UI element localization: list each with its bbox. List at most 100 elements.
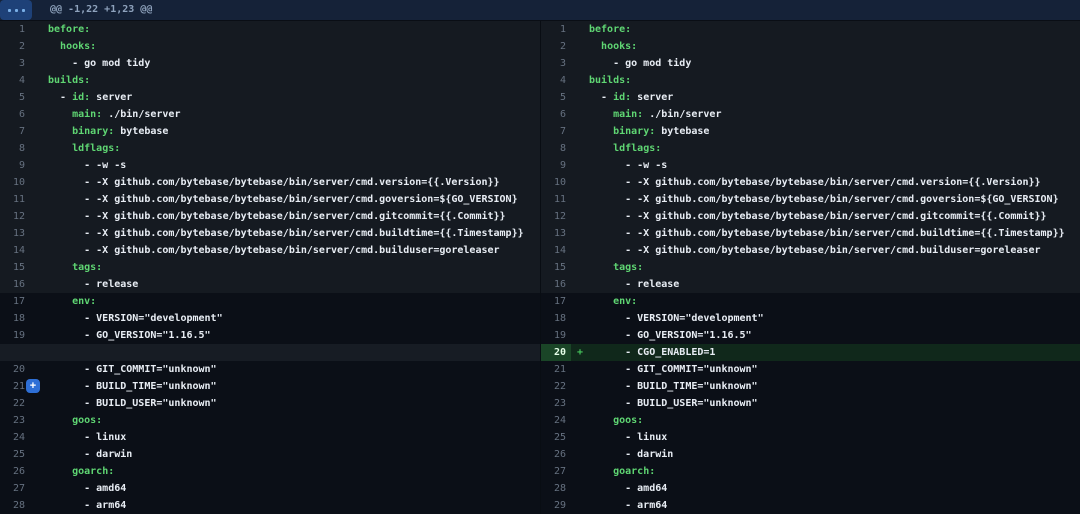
code-line: - VERSION="development" [48, 310, 223, 327]
line-number[interactable]: 3 [0, 55, 30, 72]
line-number[interactable]: 5 [0, 89, 30, 106]
line-number[interactable]: 10 [0, 174, 30, 191]
line-number[interactable]: 11 [541, 191, 571, 208]
diff-marker [30, 480, 48, 497]
code-line: - GIT_COMMIT="unknown" [589, 361, 758, 378]
line-number[interactable]: 20 [541, 344, 571, 361]
diff-pane-old: 1 before: 2 hooks: 3 - go mod tidy 4 bui… [0, 21, 540, 514]
line-number[interactable]: 23 [0, 412, 30, 429]
line-number[interactable]: 22 [0, 395, 30, 412]
diff-marker [30, 225, 48, 242]
line-number[interactable]: 24 [0, 429, 30, 446]
line-number[interactable]: 6 [0, 106, 30, 123]
diff-marker [30, 412, 48, 429]
line-number[interactable]: 28 [541, 480, 571, 497]
line-number[interactable]: 13 [0, 225, 30, 242]
line-number[interactable]: 29 [541, 497, 571, 514]
line-number[interactable]: 19 [541, 327, 571, 344]
expand-hunk-button[interactable] [0, 0, 32, 20]
line-number[interactable]: 27 [541, 463, 571, 480]
line-number[interactable]: 8 [0, 140, 30, 157]
line-number[interactable]: 2 [541, 38, 571, 55]
diff-marker [30, 38, 48, 55]
line-number[interactable]: 17 [541, 293, 571, 310]
diff-marker [30, 259, 48, 276]
line-number[interactable]: 6 [541, 106, 571, 123]
diff-row: 2 hooks: [0, 38, 540, 55]
code-line: - amd64 [48, 480, 126, 497]
diff-row: 4 builds: [541, 72, 1080, 89]
diff-row: 7 binary: bytebase [0, 123, 540, 140]
line-number[interactable]: 9 [0, 157, 30, 174]
line-number[interactable]: 15 [0, 259, 30, 276]
diff-row: 10 - -X github.com/bytebase/bytebase/bin… [0, 174, 540, 191]
diff-row: 10 - -X github.com/bytebase/bytebase/bin… [541, 174, 1080, 191]
line-number[interactable]: 22 [541, 378, 571, 395]
diff-marker [30, 242, 48, 259]
line-number[interactable]: 28 [0, 497, 30, 514]
line-number[interactable]: 1 [0, 21, 30, 38]
line-number[interactable]: 24 [541, 412, 571, 429]
diff-row: 8 ldflags: [541, 140, 1080, 157]
diff-row: 25 - darwin [0, 446, 540, 463]
line-number[interactable]: 16 [541, 276, 571, 293]
line-number[interactable]: 21 [541, 361, 571, 378]
line-number[interactable]: 14 [541, 242, 571, 259]
diff-row: 27 goarch: [541, 463, 1080, 480]
line-number[interactable]: 3 [541, 55, 571, 72]
new-file-rows: 1 before: 2 hooks: 3 - go mod tidy 4 bui… [541, 21, 1080, 514]
line-number[interactable]: 25 [541, 429, 571, 446]
diff-pane-new: 1 before: 2 hooks: 3 - go mod tidy 4 bui… [540, 21, 1080, 514]
diff-marker [571, 72, 589, 89]
line-number[interactable]: 15 [541, 259, 571, 276]
line-number[interactable]: 27 [0, 480, 30, 497]
line-number[interactable]: 7 [541, 123, 571, 140]
code-line: - BUILD_TIME="unknown" [48, 378, 217, 395]
diff-marker [30, 327, 48, 344]
line-number[interactable]: 17 [0, 293, 30, 310]
line-number [0, 344, 30, 361]
line-number[interactable]: 1 [541, 21, 571, 38]
line-number[interactable]: 23 [541, 395, 571, 412]
add-comment-button[interactable]: + [26, 379, 40, 393]
line-number[interactable]: 11 [0, 191, 30, 208]
line-number[interactable]: 16 [0, 276, 30, 293]
line-number[interactable]: 20 [0, 361, 30, 378]
line-number[interactable]: 18 [0, 310, 30, 327]
line-number[interactable]: 8 [541, 140, 571, 157]
diff-marker [571, 327, 589, 344]
code-line: env: [48, 293, 96, 310]
hunk-range-label: @@ -1,22 +1,23 @@ [50, 0, 152, 20]
line-number[interactable]: 14 [0, 242, 30, 259]
line-number[interactable]: 25 [0, 446, 30, 463]
hunk-header: @@ -1,22 +1,23 @@ [0, 0, 1080, 21]
code-line: env: [589, 293, 637, 310]
code-line: before: [48, 21, 90, 38]
diff-marker [30, 89, 48, 106]
line-number[interactable]: 2 [0, 38, 30, 55]
diff-row: 12 - -X github.com/bytebase/bytebase/bin… [541, 208, 1080, 225]
line-number[interactable]: 4 [541, 72, 571, 89]
line-number[interactable]: 9 [541, 157, 571, 174]
diff-row: 20 - GIT_COMMIT="unknown" [0, 361, 540, 378]
code-line: - arm64 [589, 497, 667, 514]
line-number[interactable]: 12 [541, 208, 571, 225]
line-number[interactable]: 18 [541, 310, 571, 327]
diff-marker [30, 446, 48, 463]
line-number[interactable]: 19 [0, 327, 30, 344]
line-number[interactable]: 10 [541, 174, 571, 191]
line-number[interactable]: 7 [0, 123, 30, 140]
diff-marker [571, 378, 589, 395]
line-number[interactable]: 5 [541, 89, 571, 106]
code-line: - arm64 [48, 497, 126, 514]
line-number[interactable]: 26 [541, 446, 571, 463]
diff-marker [30, 395, 48, 412]
line-number[interactable]: 4 [0, 72, 30, 89]
diff-row: 2 hooks: [541, 38, 1080, 55]
code-line: - amd64 [589, 480, 667, 497]
diff-row: 21 - BUILD_TIME="unknown" + [0, 378, 540, 395]
line-number[interactable]: 26 [0, 463, 30, 480]
line-number[interactable]: 13 [541, 225, 571, 242]
line-number[interactable]: 12 [0, 208, 30, 225]
diff-row [0, 344, 540, 361]
